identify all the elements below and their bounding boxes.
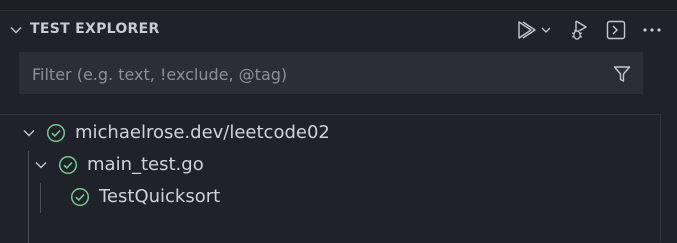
- terminal-button[interactable]: [605, 19, 627, 41]
- panel-actions: [515, 18, 663, 42]
- test-tree: michaelrose.dev/leetcode02 main_test.go …: [0, 114, 660, 243]
- tree-item[interactable]: TestQuicksort: [0, 181, 660, 213]
- chevron-down-icon[interactable]: [33, 157, 49, 173]
- indent-guide: [40, 183, 41, 213]
- tree-item[interactable]: michaelrose.dev/leetcode02: [0, 117, 660, 149]
- passed-icon: [46, 123, 66, 143]
- indent-guide: [28, 151, 29, 243]
- filter-box: [19, 52, 643, 94]
- ellipsis-icon[interactable]: [641, 19, 663, 41]
- terminal-icon[interactable]: [605, 19, 627, 41]
- filter-icon[interactable]: [612, 64, 632, 84]
- debug-tests-button[interactable]: [569, 19, 591, 41]
- filter-input[interactable]: [30, 63, 594, 85]
- chevron-down-icon[interactable]: [8, 22, 24, 38]
- run-tests-button[interactable]: [515, 19, 555, 41]
- tree-item-label: main_test.go: [87, 154, 204, 175]
- passed-icon: [58, 155, 78, 175]
- tree-item-label: TestQuicksort: [99, 186, 221, 207]
- debug-tests-icon[interactable]: [569, 19, 591, 41]
- more-actions-button[interactable]: [641, 19, 663, 41]
- test-explorer-header[interactable]: TEST EXPLORER: [0, 11, 677, 49]
- top-border: [0, 0, 677, 11]
- tree-item[interactable]: main_test.go: [0, 149, 660, 181]
- tree-item-label: michaelrose.dev/leetcode02: [75, 122, 330, 143]
- panel-title: TEST EXPLORER: [30, 21, 160, 37]
- tree-border: [660, 114, 661, 242]
- chevron-down-icon[interactable]: [21, 125, 37, 141]
- passed-icon: [70, 187, 90, 207]
- run-tests-icon[interactable]: [515, 19, 537, 41]
- chevron-down-icon[interactable]: [539, 23, 553, 37]
